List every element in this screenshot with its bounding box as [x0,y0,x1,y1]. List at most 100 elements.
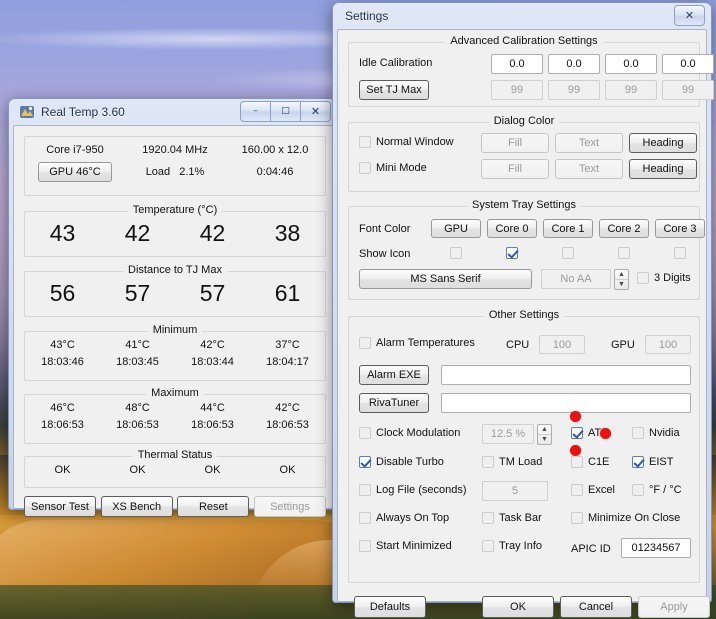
close-button[interactable]: ✕ [674,5,705,26]
cpu-name: Core i7-950 [46,144,104,156]
temperature-group: Temperature (°C) 43 42 42 38 [24,204,326,257]
font-color-core1-button[interactable]: Core 1 [543,219,593,238]
excel-checkbox[interactable]: Excel [571,484,615,496]
font-color-core2-button[interactable]: Core 2 [599,219,649,238]
tray-info-checkbox[interactable]: Tray Info [482,540,542,552]
idle-calibration-field-2[interactable]: 0.0 [605,54,657,74]
show-icon-checkbox-gpu[interactable] [450,247,462,259]
show-icon-checkbox-core1[interactable] [562,247,574,259]
font-color-core3-button[interactable]: Core 3 [655,219,705,238]
cancel-button[interactable]: Cancel [560,596,632,618]
rivatuner-button[interactable]: RivaTuner [359,393,429,413]
maximum-core-2: 44°C [200,402,225,414]
sensor-test-button[interactable]: Sensor Test [24,496,96,517]
task-bar-checkbox[interactable]: Task Bar [482,512,542,524]
normal-window-checkbox[interactable]: Normal Window [359,136,454,148]
eist-checkbox[interactable]: EIST [632,456,673,468]
disable-turbo-label: Disable Turbo [376,456,444,468]
spinner-up-icon[interactable]: ▲ [538,425,551,435]
clock-modulation-field[interactable]: 12.5 % [482,424,534,444]
excel-label: Excel [588,484,615,496]
alarm-exe-button[interactable]: Alarm EXE [359,365,429,385]
clock-modulation-spinner[interactable]: ▲ ▼ [537,424,552,445]
checkbox-icon [632,456,644,468]
tm-load-checkbox[interactable]: TM Load [482,456,542,468]
font-color-core0-button[interactable]: Core 0 [487,219,537,238]
tray-font-button[interactable]: MS Sans Serif [359,269,532,289]
checkbox-icon [359,540,371,552]
ok-button[interactable]: OK [482,596,554,618]
spinner-down-icon[interactable]: ▼ [538,435,551,444]
checkbox-icon [359,427,371,439]
nvidia-label: Nvidia [649,427,680,439]
disable-turbo-checkbox[interactable]: Disable Turbo [359,456,444,468]
mini-fill-button: Fill [481,159,549,179]
alarm-cpu-label: CPU [506,339,530,351]
clock-modulation-checkbox[interactable]: Clock Modulation [359,427,460,439]
settings-window: Settings ✕ Advanced Calibration Settings… [332,2,714,618]
nvidia-checkbox[interactable]: Nvidia [632,427,680,439]
rivatuner-field[interactable] [441,393,691,413]
minimum-core-0: 43°C [50,339,75,351]
antialias-field[interactable]: No AA [541,269,611,289]
mini-heading-button[interactable]: Heading [629,159,697,179]
maximum-time-2: 18:06:53 [191,419,234,431]
apic-id-field[interactable]: 01234567 [621,538,691,558]
settings-titlebar[interactable]: Settings ✕ [337,3,707,29]
defaults-button[interactable]: Defaults [354,596,426,618]
xs-bench-button[interactable]: XS Bench [100,496,173,517]
three-digits-checkbox[interactable]: 3 Digits [637,272,691,284]
spinner-down-icon[interactable]: ▼ [615,280,628,289]
minimum-label: Minimum [147,324,203,336]
alarm-exe-field[interactable] [441,365,691,385]
checkbox-icon [359,456,371,468]
normal-heading-button[interactable]: Heading [629,133,697,153]
checkbox-icon [571,427,583,439]
reset-button[interactable]: Reset [177,496,250,517]
spinner-up-icon[interactable]: ▲ [615,270,628,280]
maximum-time-0: 18:06:53 [41,419,84,431]
start-minimized-label: Start Minimized [376,540,452,552]
minimize-on-close-checkbox[interactable]: Minimize On Close [571,512,680,524]
show-icon-checkbox-core3[interactable] [674,247,686,259]
checkbox-icon [482,456,494,468]
maximum-time-1: 18:06:53 [116,419,159,431]
maximize-button[interactable]: □ [270,101,300,122]
checkbox-icon [359,337,371,349]
minimum-time-3: 18:04:17 [266,356,309,368]
log-file-checkbox[interactable]: Log File (seconds) [359,484,467,496]
always-on-top-checkbox[interactable]: Always On Top [359,512,449,524]
close-button[interactable]: ✕ [300,101,331,122]
alarm-cpu-field[interactable]: 100 [539,335,585,354]
tj-max-field-0: 99 [491,80,543,100]
minimize-button[interactable]: – [240,101,270,122]
start-minimized-checkbox[interactable]: Start Minimized [359,540,452,552]
font-color-gpu-button[interactable]: GPU [431,219,481,238]
c1e-checkbox[interactable]: C1E [571,456,609,468]
idle-calibration-field-3[interactable]: 0.0 [662,54,714,74]
maximum-core-1: 48°C [125,402,150,414]
mini-text-button: Text [555,159,623,179]
antialias-spinner[interactable]: ▲ ▼ [614,269,629,290]
real-temp-caption-buttons: – □ ✕ [240,101,331,122]
show-icon-checkbox-core0[interactable] [506,247,518,259]
gpu-temp-button[interactable]: GPU 46°C [38,162,112,182]
thermal-core-3: OK [279,464,296,476]
settings-button: Settings [253,496,326,517]
idle-calibration-field-0[interactable]: 0.0 [491,54,543,74]
mini-mode-checkbox[interactable]: Mini Mode [359,162,427,174]
maximum-core-3: 42°C [275,402,300,414]
annotation-dot-top [570,411,581,422]
set-tj-max-button[interactable]: Set TJ Max [359,80,429,100]
checkbox-icon [571,456,583,468]
tm-load-label: TM Load [499,456,543,468]
temperature-core-0: 43 [49,220,76,246]
load-label: Load [145,166,171,178]
alarm-gpu-field[interactable]: 100 [645,335,691,354]
units-checkbox[interactable]: °F / °C [632,484,682,496]
log-file-field[interactable]: 5 [482,481,548,501]
alarm-temperatures-checkbox[interactable]: Alarm Temperatures [359,337,475,349]
real-temp-titlebar[interactable]: Real Temp 3.60 – □ ✕ [13,99,333,125]
show-icon-checkbox-core2[interactable] [618,247,630,259]
idle-calibration-field-1[interactable]: 0.0 [548,54,600,74]
